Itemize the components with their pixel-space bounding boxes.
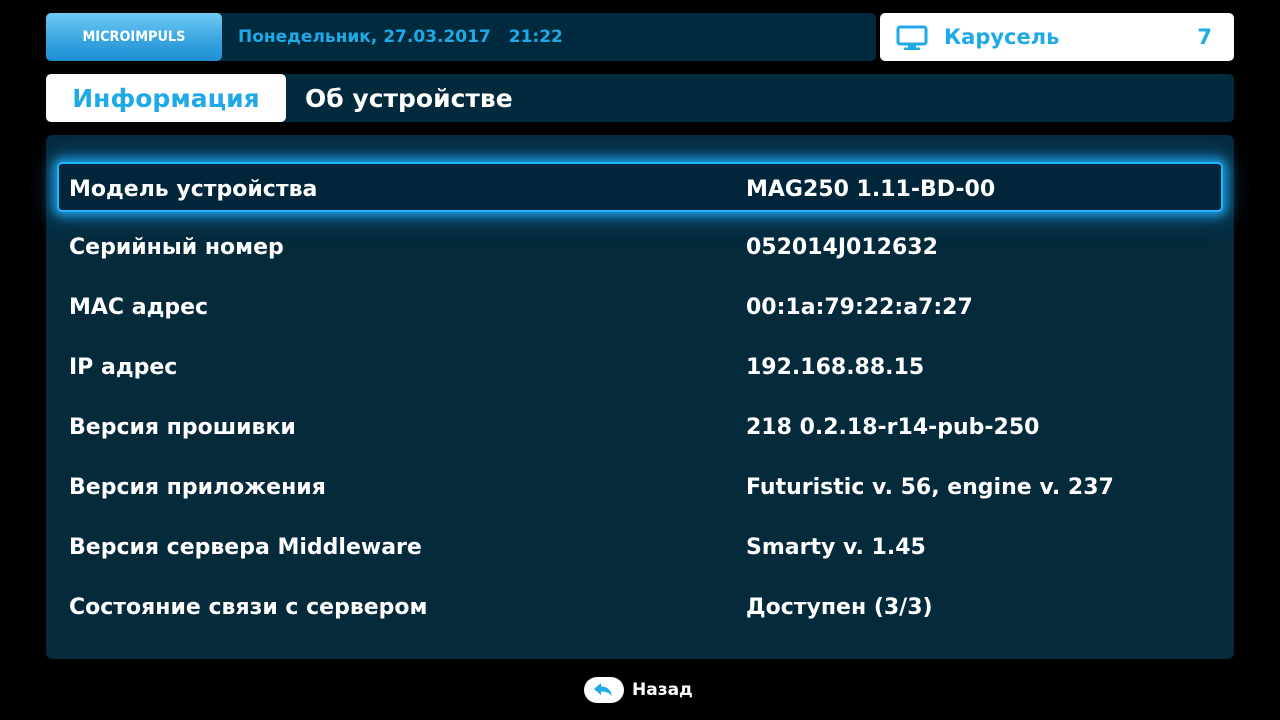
info-row-serial-number[interactable]: Серийный номер 052014J012632	[57, 222, 1223, 272]
info-value: 052014J012632	[746, 234, 938, 260]
info-label: Серийный номер	[69, 234, 284, 260]
tab-about-device[interactable]: Об устройстве	[305, 74, 513, 122]
info-value: MAG250 1.11-BD-00	[746, 176, 996, 202]
info-row-server-connection[interactable]: Состояние связи с сервером Доступен (3/3…	[57, 582, 1223, 632]
channel-name: Карусель	[944, 25, 1060, 49]
info-row-app-version[interactable]: Версия приложения Futuristic v. 56, engi…	[57, 462, 1223, 512]
date-time: Понедельник, 27.03.2017 21:22	[238, 13, 563, 61]
info-label: Версия сервера Middleware	[69, 534, 422, 560]
info-label: MAC адрес	[69, 294, 209, 320]
current-time: 21:22	[508, 27, 563, 47]
info-label: Версия приложения	[69, 474, 326, 500]
info-value: 218 0.2.18-r14-pub-250	[746, 414, 1040, 440]
back-button[interactable]: Назад	[584, 676, 693, 704]
brand-logo-text: MICROIMPULS	[82, 29, 186, 45]
back-label: Назад	[632, 680, 693, 700]
brand-logo: MICROIMPULS	[46, 13, 222, 61]
info-value: Доступен (3/3)	[746, 594, 933, 620]
info-label: Версия прошивки	[69, 414, 296, 440]
info-value: 00:1a:79:22:a7:27	[746, 294, 973, 320]
tab-information[interactable]: Информация	[46, 74, 286, 122]
back-arrow-icon	[594, 683, 612, 696]
info-label: IP адрес	[69, 354, 178, 380]
info-row-device-model[interactable]: Модель устройства MAG250 1.11-BD-00	[57, 162, 1223, 212]
back-key	[584, 677, 624, 703]
tv-icon	[896, 25, 928, 50]
info-row-firmware-version[interactable]: Версия прошивки 218 0.2.18-r14-pub-250	[57, 402, 1223, 452]
channel-number: 7	[1197, 25, 1212, 49]
info-row-middleware-version[interactable]: Версия сервера Middleware Smarty v. 1.45	[57, 522, 1223, 572]
current-date: Понедельник, 27.03.2017	[238, 27, 491, 47]
info-label: Состояние связи с сервером	[69, 594, 428, 620]
current-channel[interactable]: Карусель 7	[880, 13, 1234, 61]
info-value: Futuristic v. 56, engine v. 237	[746, 474, 1114, 500]
screen: MICROIMPULS Понедельник, 27.03.2017 21:2…	[0, 0, 1280, 720]
info-value: 192.168.88.15	[746, 354, 925, 380]
info-value: Smarty v. 1.45	[746, 534, 926, 560]
info-label: Модель устройства	[69, 176, 318, 202]
info-row-mac-address[interactable]: MAC адрес 00:1a:79:22:a7:27	[57, 282, 1223, 332]
info-row-ip-address[interactable]: IP адрес 192.168.88.15	[57, 342, 1223, 392]
